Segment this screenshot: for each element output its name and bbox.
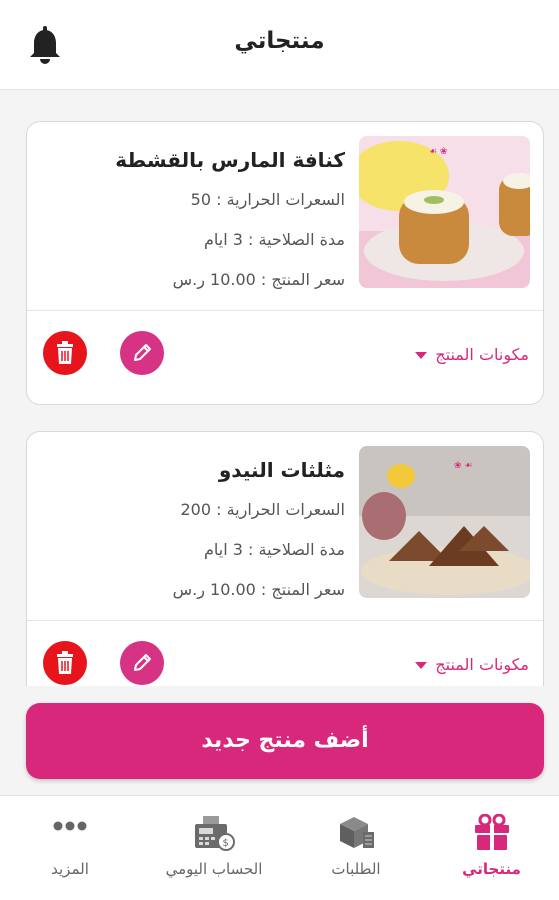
nav-label: المزيد [51, 860, 89, 878]
product-image: ❀ ☙ [359, 446, 530, 598]
app-bar: منتجاتي [0, 0, 559, 90]
product-list[interactable]: ☙ ❀ كنافة المارس بالقشطة السعرات الحراري… [0, 91, 559, 690]
edit-button[interactable] [120, 331, 164, 375]
ingredients-dropdown[interactable]: مكونات المنتج [415, 340, 529, 370]
edit-button[interactable] [120, 641, 164, 685]
svg-text:☙ ❀: ☙ ❀ [429, 147, 447, 157]
pencil-icon [134, 654, 151, 671]
caret-down-icon [415, 661, 428, 669]
cash-register-icon: $ [193, 814, 235, 856]
ingredients-dropdown[interactable]: مكونات المنتج [415, 650, 529, 680]
gift-box-icon [472, 813, 512, 856]
product-price: سعر المنتج : 10.00 ر.س [172, 580, 345, 599]
ingredients-label: مكونات المنتج [435, 345, 529, 364]
add-product-button[interactable]: أضف منتج جديد [26, 703, 544, 779]
trash-icon [57, 651, 73, 674]
delete-button[interactable] [43, 641, 87, 685]
card-divider [27, 310, 543, 311]
product-shelf-life: مدة الصلاحية : 3 ايام [204, 230, 345, 249]
cake-triangles-photo-icon: ❀ ☙ [359, 446, 530, 598]
trash-icon [57, 341, 73, 364]
nav-item-my-products[interactable]: منتجاتي [424, 796, 559, 900]
svg-text:$: $ [223, 838, 229, 849]
kunafa-photo-icon: ☙ ❀ [359, 136, 530, 288]
nav-label: منتجاتي [462, 860, 521, 878]
boxes-icon [336, 814, 376, 856]
product-calories: السعرات الحرارية : 50 [190, 190, 345, 209]
product-card: ☙ ❀ كنافة المارس بالقشطة السعرات الحراري… [26, 121, 544, 405]
pencil-icon [134, 344, 151, 361]
bell-icon[interactable] [28, 26, 62, 66]
page-title: منتجاتي [234, 28, 325, 54]
nav-label: الطلبات [331, 860, 381, 878]
product-name: كنافة المارس بالقشطة [115, 148, 345, 172]
nav-item-daily-account[interactable]: $ الحساب اليومي [140, 796, 288, 900]
nav-label: الحساب اليومي [165, 860, 263, 878]
product-shelf-life: مدة الصلاحية : 3 ايام [204, 540, 345, 559]
product-price: سعر المنتج : 10.00 ر.س [172, 270, 345, 289]
bottom-nav: المزيد $ الحساب اليومي الطلبات منتجاتي [0, 795, 559, 900]
nav-item-more[interactable]: المزيد [0, 796, 140, 900]
product-info: كنافة المارس بالقشطة السعرات الحرارية : … [45, 140, 345, 300]
nav-item-orders[interactable]: الطلبات [288, 796, 424, 900]
card-divider [27, 620, 543, 621]
delete-button[interactable] [43, 331, 87, 375]
caret-down-icon [415, 351, 428, 359]
more-dots-icon [50, 814, 90, 842]
product-info: مثلثات النيدو السعرات الحرارية : 200 مدة… [45, 450, 345, 610]
product-calories: السعرات الحرارية : 200 [180, 500, 345, 519]
product-card: ❀ ☙ مثلثات النيدو السعرات الحرارية : 200… [26, 431, 544, 690]
svg-text:❀ ☙: ❀ ☙ [454, 461, 472, 471]
ingredients-label: مكونات المنتج [435, 655, 529, 674]
product-image: ☙ ❀ [359, 136, 530, 288]
product-name: مثلثات النيدو [218, 458, 345, 482]
